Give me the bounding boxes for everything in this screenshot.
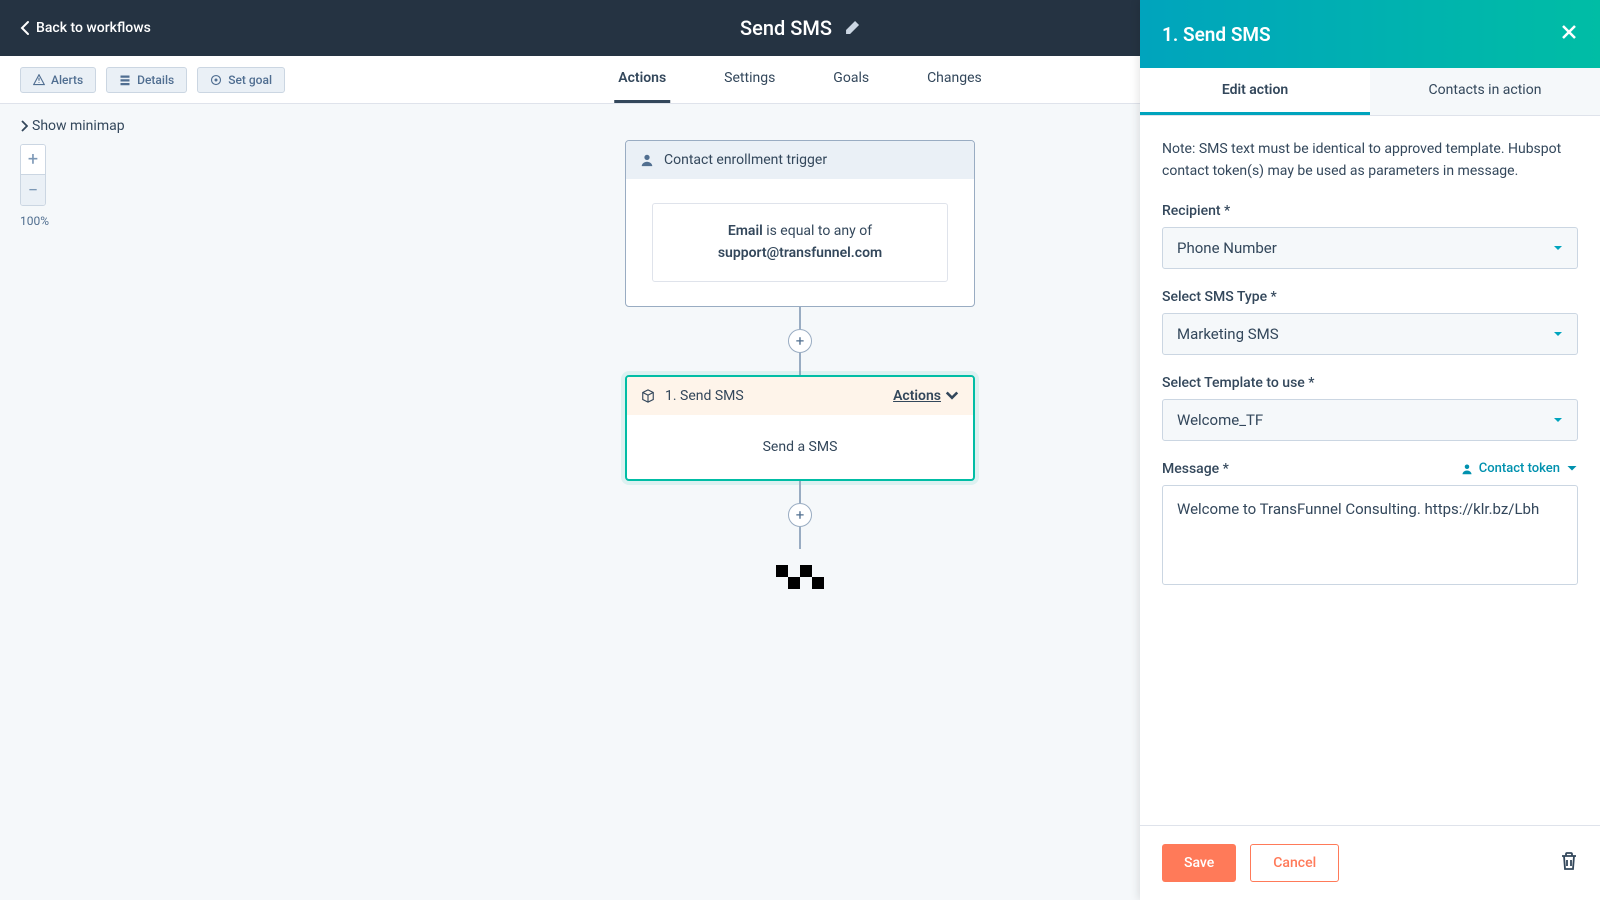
action-header: 1. Send SMS Actions	[627, 377, 973, 415]
tab-actions[interactable]: Actions	[614, 56, 670, 103]
trigger-header-label: Contact enrollment trigger	[664, 152, 827, 168]
workflow-flow: Contact enrollment trigger Email is equa…	[625, 140, 975, 589]
trigger-value: support@transfunnel.com	[718, 245, 882, 261]
action-card[interactable]: 1. Send SMS Actions Send a SMS	[625, 375, 975, 481]
template-label: Select Template to use *	[1162, 375, 1578, 391]
trigger-operator: is equal to any of	[763, 223, 872, 239]
panel-title: 1. Send SMS	[1162, 23, 1271, 46]
sms-type-label: Select SMS Type *	[1162, 289, 1578, 305]
message-label: Message *	[1162, 461, 1229, 477]
toolbar-left: Alerts Details Set goal	[20, 67, 285, 93]
pencil-icon[interactable]	[844, 20, 860, 36]
panel-body: Note: SMS text must be identical to appr…	[1140, 116, 1600, 825]
goal-icon	[210, 74, 222, 86]
add-action-button[interactable]: +	[788, 503, 812, 527]
zoom-buttons: + −	[20, 144, 46, 206]
action-title: 1. Send SMS	[665, 388, 744, 404]
add-action-button[interactable]: +	[788, 329, 812, 353]
contact-icon	[640, 153, 654, 167]
template-value: Welcome_TF	[1177, 411, 1263, 429]
trigger-body: Email is equal to any of support@transfu…	[626, 179, 974, 306]
close-icon	[1560, 23, 1578, 41]
panel-tab-edit[interactable]: Edit action	[1140, 68, 1370, 115]
caret-down-icon	[1566, 463, 1578, 475]
minimap-controls: Show minimap + − 100%	[20, 118, 125, 228]
trigger-header: Contact enrollment trigger	[626, 141, 974, 179]
connector-line	[799, 527, 801, 549]
tab-goals[interactable]: Goals	[829, 56, 873, 103]
connector-line	[799, 481, 801, 503]
message-textarea[interactable]	[1162, 485, 1578, 585]
caret-down-icon	[945, 389, 959, 403]
workflow-end-icon	[776, 565, 824, 589]
details-label: Details	[137, 73, 174, 87]
panel-tab-contacts[interactable]: Contacts in action	[1370, 68, 1600, 115]
panel-note: Note: SMS text must be identical to appr…	[1162, 138, 1578, 183]
close-panel-button[interactable]	[1560, 23, 1578, 45]
panel-tabs: Edit action Contacts in action	[1140, 68, 1600, 116]
panel-footer: Save Cancel	[1140, 825, 1600, 900]
save-button[interactable]: Save	[1162, 844, 1236, 882]
alerts-button[interactable]: Alerts	[20, 67, 96, 93]
trigger-criteria[interactable]: Email is equal to any of support@transfu…	[652, 203, 948, 282]
caret-down-icon	[1553, 415, 1563, 425]
show-minimap-label: Show minimap	[32, 118, 125, 134]
caret-down-icon	[1553, 329, 1563, 339]
action-side-panel: 1. Send SMS Edit action Contacts in acti…	[1140, 0, 1600, 900]
workflow-title: Send SMS	[740, 16, 832, 40]
tab-settings[interactable]: Settings	[720, 56, 779, 103]
show-minimap-toggle[interactable]: Show minimap	[20, 118, 125, 134]
trigger-property: Email	[728, 223, 763, 239]
cancel-button[interactable]: Cancel	[1250, 844, 1339, 882]
trigger-card[interactable]: Contact enrollment trigger Email is equa…	[625, 140, 975, 307]
alert-icon	[33, 74, 45, 86]
chevron-right-icon	[20, 120, 28, 132]
tab-changes[interactable]: Changes	[923, 56, 986, 103]
sms-type-value: Marketing SMS	[1177, 325, 1279, 343]
template-select[interactable]: Welcome_TF	[1162, 399, 1578, 441]
details-button[interactable]: Details	[106, 67, 187, 93]
contact-token-button[interactable]: Contact token	[1461, 461, 1578, 476]
connector-line	[799, 307, 801, 329]
recipient-select[interactable]: Phone Number	[1162, 227, 1578, 269]
details-icon	[119, 74, 131, 86]
caret-down-icon	[1553, 243, 1563, 253]
contact-icon	[1461, 463, 1473, 475]
set-goal-label: Set goal	[228, 73, 272, 87]
recipient-label: Recipient *	[1162, 203, 1578, 219]
cube-icon	[641, 389, 655, 403]
recipient-value: Phone Number	[1177, 239, 1277, 257]
zoom-out-button[interactable]: −	[21, 175, 45, 205]
main-tabs: Actions Settings Goals Changes	[614, 56, 986, 103]
delete-action-button[interactable]	[1560, 851, 1578, 875]
connector-line	[799, 353, 801, 375]
action-body: Send a SMS	[627, 415, 973, 479]
action-menu-link[interactable]: Actions	[893, 388, 959, 404]
sms-type-select[interactable]: Marketing SMS	[1162, 313, 1578, 355]
alerts-label: Alerts	[51, 73, 83, 87]
workflow-title-wrap: Send SMS	[740, 16, 860, 40]
chevron-left-icon	[20, 20, 30, 36]
zoom-percent: 100%	[20, 214, 125, 228]
panel-header: 1. Send SMS	[1140, 0, 1600, 68]
zoom-in-button[interactable]: +	[21, 145, 45, 175]
trash-icon	[1560, 851, 1578, 871]
set-goal-button[interactable]: Set goal	[197, 67, 285, 93]
back-to-workflows-link[interactable]: Back to workflows	[20, 20, 151, 36]
back-label: Back to workflows	[36, 20, 151, 36]
